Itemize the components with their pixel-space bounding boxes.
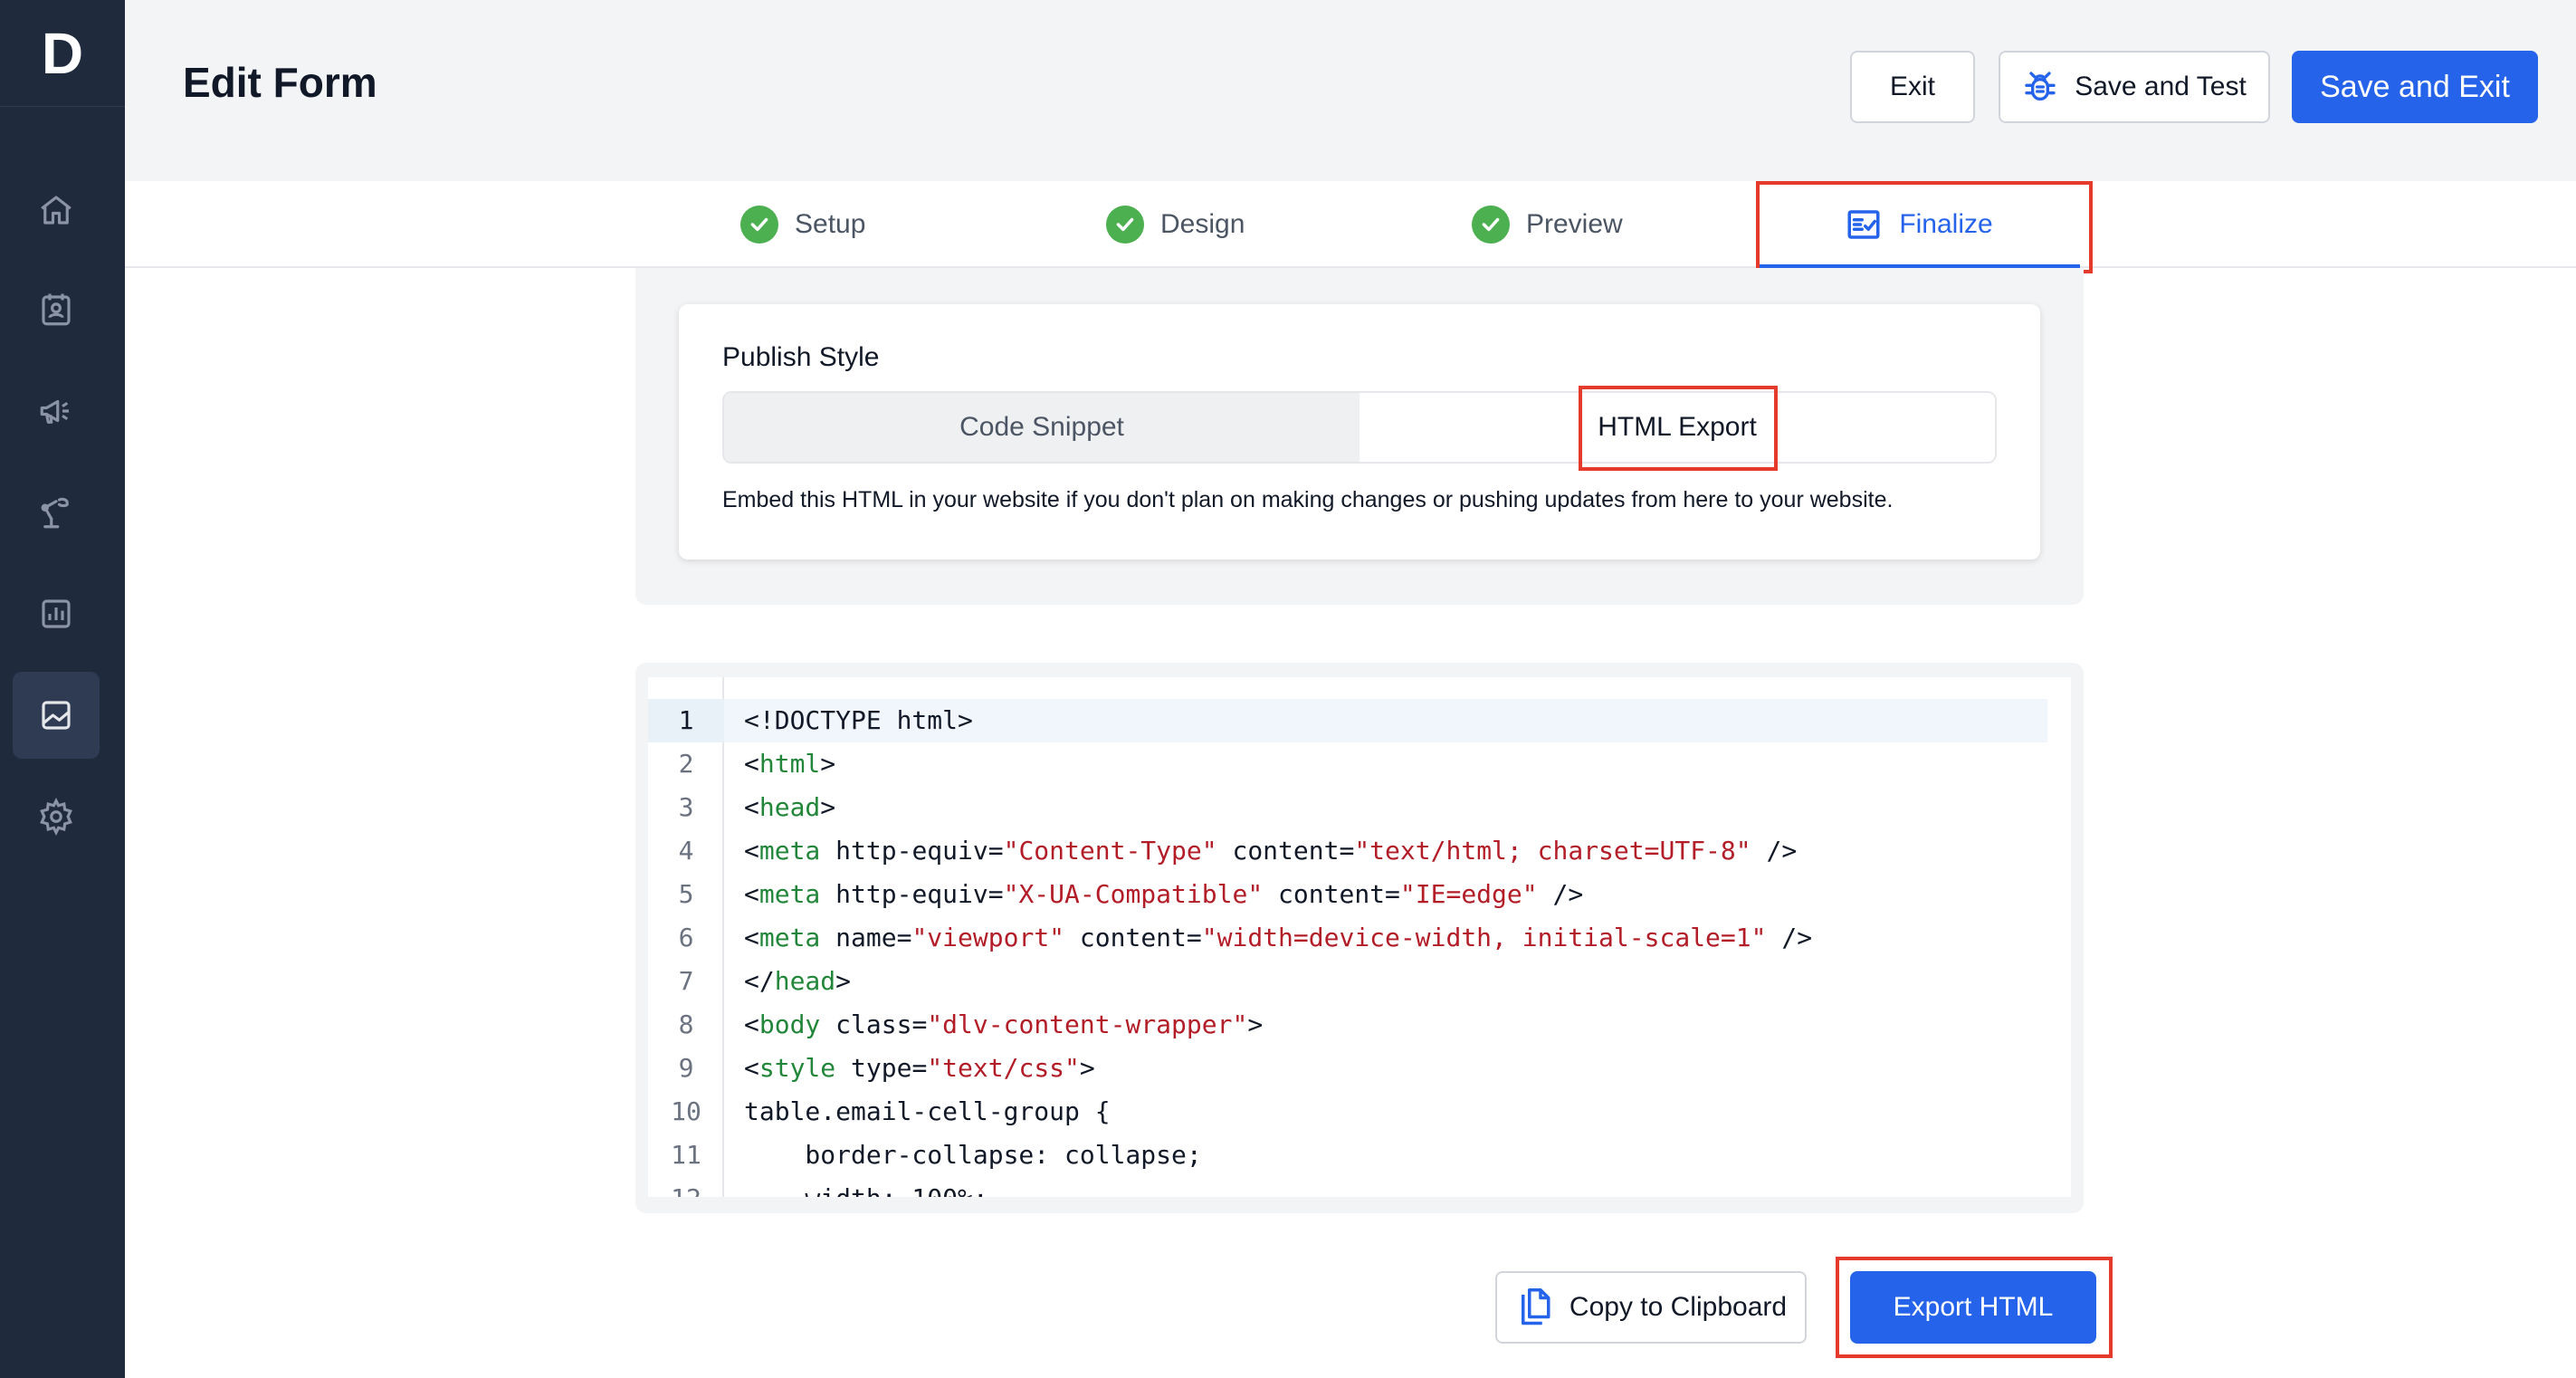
line-number: 6 [678, 923, 694, 952]
image-icon [42, 701, 71, 730]
publish-help-text: Embed this HTML in your website if you d… [722, 487, 1894, 512]
option-code-snippet[interactable]: Code Snippet [724, 393, 1360, 462]
tab-design-label: Design [1160, 209, 1245, 239]
line-number: 11 [671, 1140, 701, 1170]
tab-setup[interactable]: Setup [740, 181, 865, 268]
page-title: Edit Form [183, 59, 377, 106]
home-icon [41, 196, 72, 225]
tab-setup-label: Setup [795, 209, 866, 239]
code-line[interactable]: 2 <html> [648, 742, 2071, 786]
publish-style-label: Publish Style [722, 342, 880, 372]
code-text: width: 100%; [724, 1177, 2047, 1197]
sidebar-item-settings[interactable] [13, 773, 100, 860]
publish-style-card: Publish Style Code Snippet HTML Export E… [679, 304, 2040, 560]
code-text: <meta http-equiv="X-UA-Compatible" conte… [744, 879, 1584, 909]
code-line[interactable]: 9 <style type="text/css"> [648, 1047, 2071, 1090]
copy-to-clipboard-label: Copy to Clipboard [1569, 1292, 1788, 1322]
code-text: <meta name="viewport" content="width=dev… [744, 923, 1813, 952]
code-text: border-collapse: collapse; [744, 1140, 1202, 1170]
code-editor-section: 1 <!DOCTYPE html> 2 <html> 3 <head> 4 <meta htt… [635, 663, 2084, 1213]
save-and-test-label: Save and Test [2075, 72, 2247, 101]
code-line[interactable]: 8 <body class="dlv-content-wrapper"> [648, 1003, 2071, 1047]
sidebar-item-automation[interactable] [13, 469, 100, 556]
checklist-icon [1847, 210, 1880, 239]
option-html-export[interactable]: HTML Export [1360, 393, 1995, 462]
page-header: Edit Form Exit Save and Test Save and Ex… [125, 0, 2576, 181]
app-logo[interactable]: D [0, 0, 125, 107]
copy-to-clipboard-button[interactable]: Copy to Clipboard [1495, 1271, 1807, 1344]
publish-style-section: Publish Style Code Snippet HTML Export E… [635, 268, 2084, 605]
save-and-exit-button[interactable]: Save and Exit [2292, 51, 2538, 123]
gear-icon [40, 798, 72, 836]
tab-finalize[interactable]: Finalize [1758, 181, 2080, 270]
export-html-button[interactable]: Export HTML [1850, 1271, 2096, 1344]
tab-preview-label: Preview [1526, 209, 1623, 239]
contacts-icon [42, 293, 71, 326]
robot-arm-icon [41, 497, 69, 529]
code-text: </head> [744, 966, 852, 996]
exit-button-label: Exit [1889, 72, 1935, 101]
line-number: 8 [678, 1010, 694, 1039]
code-line[interactable]: 1 <!DOCTYPE html> [648, 699, 2071, 742]
tab-design[interactable]: Design [1106, 181, 1245, 268]
line-number: 4 [678, 836, 694, 866]
sidebar-item-reports[interactable] [13, 570, 100, 657]
code-text: <meta http-equiv="Content-Type" content=… [744, 836, 1798, 866]
save-and-exit-label: Save and Exit [2320, 69, 2510, 104]
code-text: <!DOCTYPE html> [724, 699, 2047, 742]
bug-icon [2025, 72, 2056, 100]
check-circle-icon [740, 206, 778, 244]
code-line[interactable]: 4 <meta http-equiv="Content-Type" content… [648, 829, 2071, 873]
code-line[interactable]: 6 <meta name="viewport" content="width=de… [648, 916, 2071, 960]
check-circle-icon [1106, 206, 1144, 244]
code-line[interactable]: 12 width: 100%; [648, 1177, 2071, 1197]
publish-style-toggle: Code Snippet HTML Export [722, 391, 1997, 464]
line-number: 7 [678, 966, 694, 996]
exit-button[interactable]: Exit [1850, 51, 1975, 123]
code-text: <body class="dlv-content-wrapper"> [744, 1010, 1264, 1039]
chart-icon [42, 599, 71, 628]
tab-finalize-label: Finalize [1899, 209, 1993, 239]
code-text: <html> [744, 749, 836, 779]
sidebar: D [0, 0, 125, 1378]
tab-preview[interactable]: Preview [1472, 181, 1623, 268]
sidebar-item-contacts[interactable] [13, 266, 100, 353]
sidebar-item-home[interactable] [13, 167, 100, 254]
check-circle-icon [1472, 206, 1510, 244]
logo-letter: D [41, 20, 84, 86]
code-line[interactable]: 10 table.email-cell-group { [648, 1090, 2071, 1134]
code-editor[interactable]: 1 <!DOCTYPE html> 2 <html> 3 <head> 4 <meta htt… [648, 677, 2071, 1197]
line-number: 2 [678, 749, 694, 779]
line-number: 1 [648, 699, 724, 742]
code-line[interactable]: 3 <head> [648, 786, 2071, 829]
line-number: 5 [678, 879, 694, 909]
sidebar-item-assets[interactable] [13, 672, 100, 759]
code-line[interactable]: 5 <meta http-equiv="X-UA-Compatible" cont… [648, 873, 2071, 916]
megaphone-icon [40, 399, 69, 424]
sidebar-item-campaigns[interactable] [13, 368, 100, 455]
line-number: 12 [648, 1177, 724, 1197]
copy-icon [1521, 1288, 1550, 1325]
code-line[interactable]: 7 </head> [648, 960, 2071, 1003]
code-text: <head> [744, 792, 836, 822]
line-number: 10 [671, 1096, 701, 1126]
export-html-label: Export HTML [1893, 1292, 2054, 1322]
wizard-tabs: Setup Design Preview Finalize [125, 181, 2576, 270]
line-number: 9 [678, 1053, 694, 1083]
code-text: table.email-cell-group { [744, 1096, 1111, 1126]
code-text: <style type="text/css"> [744, 1053, 1095, 1083]
save-and-test-button[interactable]: Save and Test [1999, 51, 2270, 123]
line-number: 3 [678, 792, 694, 822]
code-line[interactable]: 11 border-collapse: collapse; [648, 1134, 2071, 1177]
